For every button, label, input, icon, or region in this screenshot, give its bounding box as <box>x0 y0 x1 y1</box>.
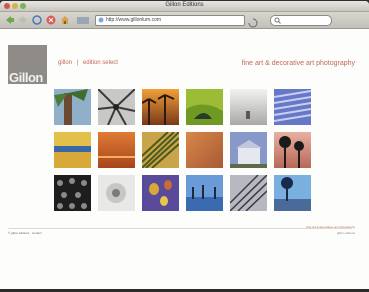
home-button[interactable] <box>60 15 70 25</box>
thumbnail-2[interactable] <box>98 89 135 125</box>
stop-icon <box>46 15 56 25</box>
reload-toolbar-button[interactable] <box>32 15 42 25</box>
thumbnail-8[interactable] <box>98 132 135 168</box>
forward-arrow-icon <box>19 16 27 24</box>
stop-button[interactable] <box>46 15 56 25</box>
reload-icon <box>248 18 258 28</box>
site-logo[interactable]: Gillon <box>8 45 47 84</box>
search-icon <box>274 17 281 24</box>
home-icon <box>61 16 69 24</box>
nav-separator: | <box>76 60 79 66</box>
footer-left: © gillon editions · contact <box>8 231 42 235</box>
back-arrow-icon <box>6 16 14 24</box>
thumbnail-9[interactable] <box>142 132 179 168</box>
url-text: http://www.gillonlum.com <box>106 17 162 23</box>
globe-icon <box>98 17 104 23</box>
thumbnail-3[interactable] <box>142 89 179 125</box>
browser-window: Gillon Editions http://www.gillonlum.com <box>0 1 369 292</box>
thumbnail-12[interactable] <box>274 132 311 168</box>
thumbnail-17[interactable] <box>230 175 267 211</box>
footer-divider <box>8 228 352 229</box>
forward-button[interactable] <box>18 15 28 25</box>
search-input[interactable] <box>270 15 332 26</box>
title-bar: Gillon Editions <box>0 1 369 12</box>
bookmark-icon <box>77 17 89 24</box>
nav-link-edition-select[interactable]: edition select <box>83 60 118 66</box>
thumbnail-15[interactable] <box>142 175 179 211</box>
thumbnail-13[interactable] <box>54 175 91 211</box>
address-bar[interactable]: http://www.gillonlum.com <box>95 15 245 26</box>
add-bookmark-button[interactable] <box>76 15 89 25</box>
thumbnail-1[interactable] <box>54 89 91 125</box>
thumbnail-7[interactable] <box>54 132 91 168</box>
logo-text: Gillon <box>9 70 43 85</box>
window-title: Gillon Editions <box>165 2 204 8</box>
back-button[interactable] <box>5 15 15 25</box>
thumbnail-5[interactable] <box>230 89 267 125</box>
thumbnail-14[interactable] <box>98 175 135 211</box>
refresh-icon <box>32 15 42 25</box>
thumbnail-10[interactable] <box>186 132 223 168</box>
footer-right: gillon editions <box>336 231 355 235</box>
thumbnail-11[interactable] <box>230 132 267 168</box>
nav-link-gillon[interactable]: gillon <box>58 60 72 66</box>
browser-toolbar: http://www.gillonlum.com <box>0 12 369 29</box>
thumbnail-16[interactable] <box>186 175 223 211</box>
page-content: Gillon gillon | edition select fine art … <box>0 29 369 292</box>
thumbnail-18[interactable] <box>274 175 311 211</box>
thumbnail-6[interactable] <box>274 89 311 125</box>
thumbnail-4[interactable] <box>186 89 223 125</box>
site-tagline: fine art & decorative art photography <box>241 60 355 67</box>
site-nav: gillon | edition select <box>58 60 121 66</box>
